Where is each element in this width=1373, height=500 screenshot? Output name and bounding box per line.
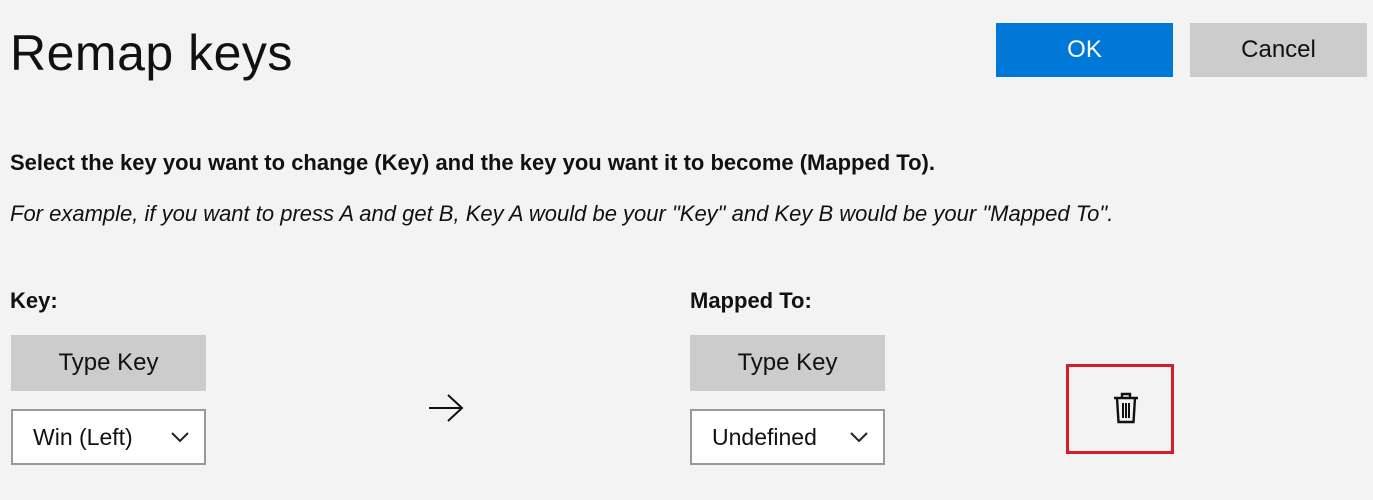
chevron-down-icon bbox=[849, 430, 869, 444]
page-title: Remap keys bbox=[10, 25, 293, 81]
arrow-right-icon bbox=[426, 392, 466, 424]
delete-mapping-button[interactable] bbox=[1106, 388, 1146, 428]
trash-icon bbox=[1114, 392, 1138, 424]
key-dropdown-value: Win (Left) bbox=[33, 423, 133, 450]
key-column-header: Key: bbox=[10, 288, 58, 313]
key-type-key-button[interactable]: Type Key bbox=[11, 335, 206, 391]
chevron-down-icon bbox=[170, 430, 190, 444]
mapped-dropdown[interactable]: Undefined bbox=[690, 409, 885, 465]
instruction-text: Select the key you want to change (Key) … bbox=[10, 150, 935, 175]
mapped-type-key-button[interactable]: Type Key bbox=[690, 335, 885, 391]
example-text: For example, if you want to press A and … bbox=[10, 201, 1114, 226]
cancel-button[interactable]: Cancel bbox=[1190, 23, 1367, 77]
mapped-column-header: Mapped To: bbox=[690, 288, 812, 313]
mapped-dropdown-value: Undefined bbox=[712, 423, 817, 450]
ok-button[interactable]: OK bbox=[996, 23, 1173, 77]
key-dropdown[interactable]: Win (Left) bbox=[11, 409, 206, 465]
